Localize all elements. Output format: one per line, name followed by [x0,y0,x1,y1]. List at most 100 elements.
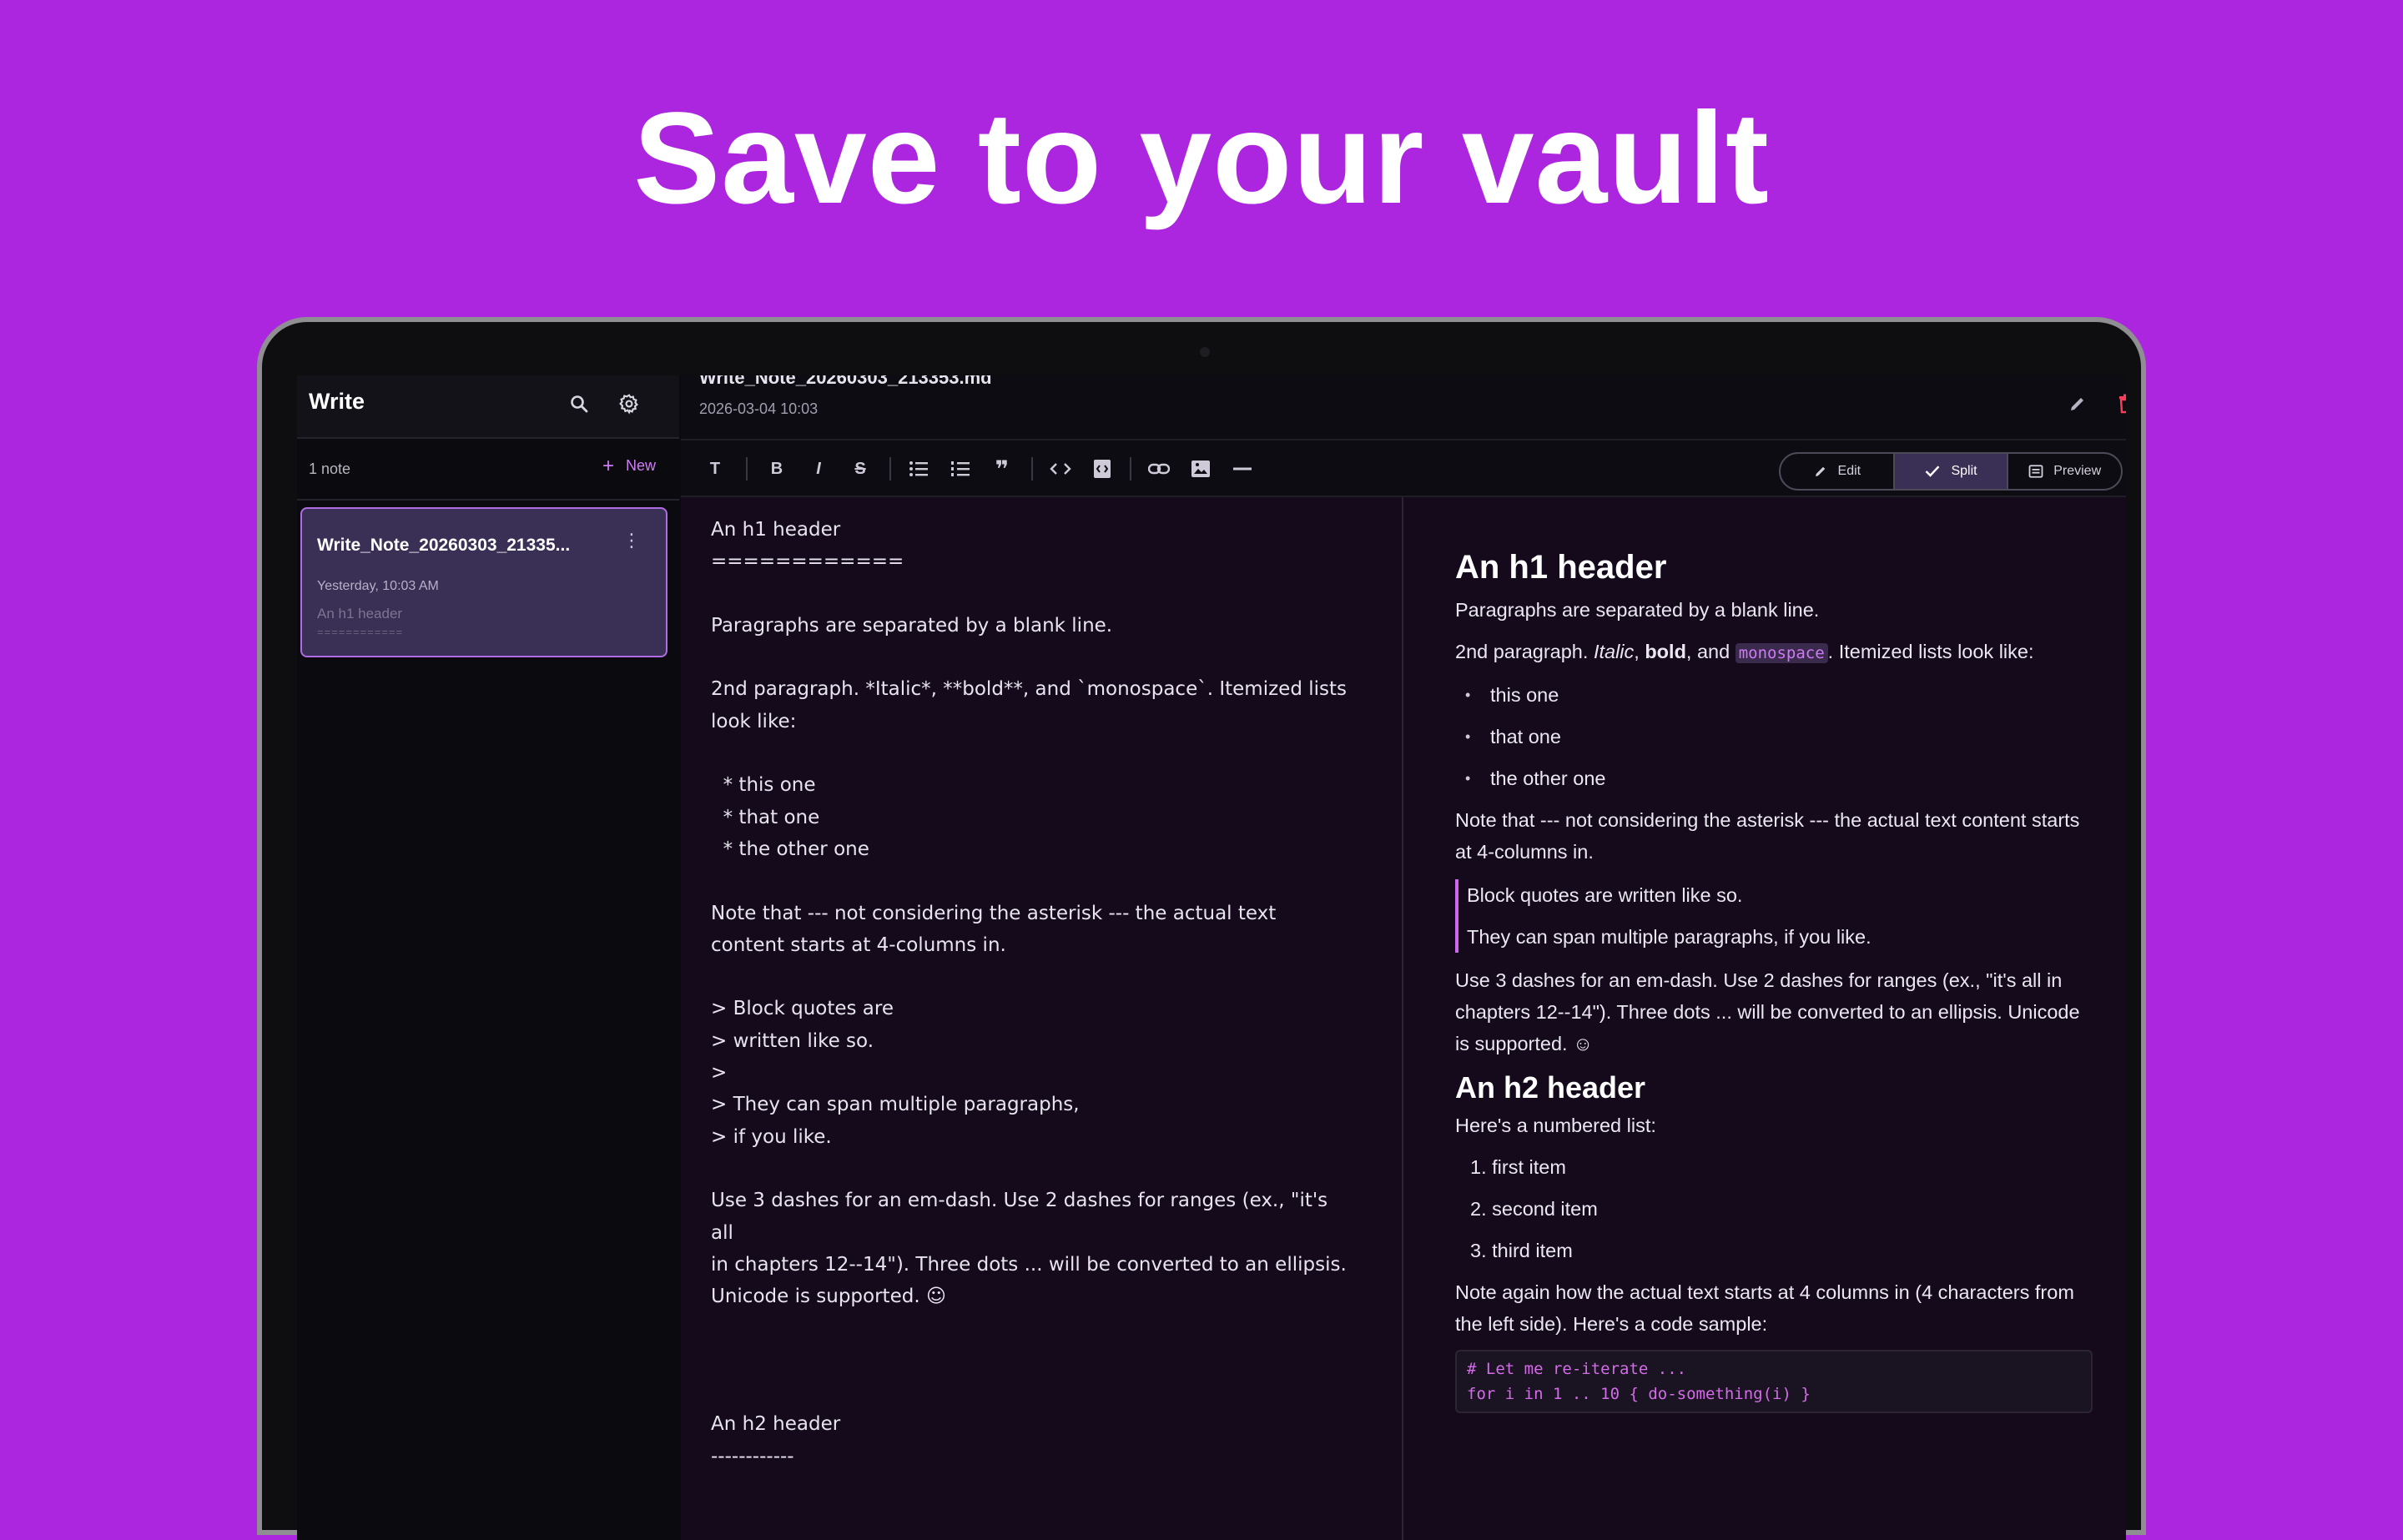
quote-icon[interactable]: ❞ [988,455,1016,483]
editor-line: Paragraphs are separated by a blank line… [711,614,1113,637]
strikethrough-button[interactable]: S [846,455,874,483]
note-count: 1 note [309,460,351,477]
sidebar-header: Write [297,375,679,439]
editor-line: all [711,1221,733,1244]
image-icon[interactable] [1186,455,1215,483]
list-item: 3. third item [1470,1240,1573,1261]
preview-paragraph: 2nd paragraph. Italic, bold, and monospa… [1455,636,2093,669]
editor-line: Use 3 dashes for an em-dash. Use 2 dashe… [711,1190,1328,1212]
editor-line: Unicode is supported. ☺ [711,1286,946,1308]
preview-paragraph: Note again how the actual text starts at… [1455,1281,2074,1335]
markdown-preview: An h1 header Paragraphs are separated by… [1403,497,2126,1540]
edit-mode-button[interactable]: Edit [1781,454,1895,489]
bold-button[interactable]: B [763,455,791,483]
app-title: Write [309,389,365,414]
list-item: the other one [1455,762,2093,794]
preview-h2: An h2 header [1455,1070,1646,1105]
preview-text: , and [1685,641,1736,662]
preview-mode-button[interactable]: Preview [2008,454,2121,489]
checkmark-icon [1926,466,1940,477]
app-window: Write 1 note + New Write_Note_20260303_2… [297,375,2126,1540]
preview-paragraph: Use 3 dashes for an em-dash. Use 2 dashe… [1455,969,2080,1054]
pencil-icon [1815,466,1825,476]
preview-mode-label: Preview [2053,464,2102,478]
laptop-frame: Write 1 note + New Write_Note_20260303_2… [257,317,2146,1540]
editor-line: An h2 header [711,1413,841,1436]
preview-h1: An h1 header [1455,549,1667,586]
editor-line: * this one [711,774,816,797]
editor-line: Note that --- not considering the asteri… [711,902,1277,924]
editor-line: content starts at 4-columns in. [711,934,1006,956]
preview-paragraph: Here's a numbered list: [1455,1115,1656,1136]
note-date: Yesterday, 10:03 AM [317,579,439,593]
editor-line: An h1 header [711,519,841,541]
preview-icon [2028,465,2043,478]
preview-paragraph: Note that --- not considering the asteri… [1455,809,2080,863]
pencil-icon[interactable] [2061,387,2094,420]
editor-line: * that one [711,806,820,828]
preview-code-block: # Let me re-iterate ... for i in 1 .. 10… [1455,1350,2093,1413]
view-mode-switcher: Edit Split Preview [1779,452,2123,491]
toolbar-divider [746,457,748,481]
preview-bold: bold [1645,641,1686,662]
preview-paragraph: Paragraphs are separated by a blank line… [1455,599,1820,621]
numbered-list-icon[interactable] [946,455,975,483]
edit-mode-label: Edit [1837,464,1861,478]
preview-text: 2nd paragraph. [1455,641,1594,662]
link-icon[interactable] [1145,455,1173,483]
more-options-icon[interactable]: ⋮ [622,531,641,550]
note-title: Write_Note_20260303_21335... [317,536,571,555]
preview-text: , [1634,641,1645,662]
editor-line: > if you like. [711,1125,832,1148]
new-note-label: New [625,457,656,474]
inline-code-icon[interactable] [1046,455,1075,483]
main-pane: Write_Note_20260303_213353.md 2026-03-04… [681,375,2126,1540]
blockquote-paragraph: They can span multiple paragraphs, if yo… [1467,926,1872,948]
editor-line: ------------ [711,1445,794,1467]
gear-icon[interactable] [612,387,646,420]
toolbar-divider [1130,457,1131,481]
editor-line: > written like so. [711,1029,874,1052]
preview-inline-code: monospace [1735,643,1828,663]
file-name: Write_Note_20260303_213353.md [699,375,992,388]
toolbar-divider [1031,457,1033,481]
list-item: 1. first item [1470,1156,1566,1178]
editor-line: > Block quotes are [711,998,894,1020]
note-preview-underline: ============ [317,626,404,638]
search-icon[interactable] [562,387,596,420]
document-header: Write_Note_20260303_213353.md 2026-03-04… [681,375,2126,439]
plus-icon: + [602,454,614,477]
italic-button[interactable]: I [804,455,833,483]
horizontal-rule-icon[interactable] [1228,455,1257,483]
preview-blockquote: Block quotes are written like so. They c… [1455,879,2093,953]
headline: Save to your vault [633,86,1770,231]
editor-line: * the other one [711,838,869,860]
note-list-item[interactable]: Write_Note_20260303_21335... ⋮ Yesterday… [300,507,668,657]
split-mode-button[interactable]: Split [1894,454,2009,489]
editor-line: > [711,1062,728,1085]
code-line: # Let me re-iterate ... [1467,1360,1687,1378]
notes-list-header: 1 note + New [297,439,679,501]
markdown-editor[interactable]: An h1 header ============ Paragraphs are s… [681,497,1403,1540]
editor-line: 2nd paragraph. *Italic*, **bold**, and `… [711,678,1347,701]
heading-button[interactable]: T [701,455,729,483]
bullet-list-icon[interactable] [904,455,933,483]
trash-icon[interactable] [2109,387,2126,420]
list-item: 2. second item [1470,1198,1598,1220]
new-note-button[interactable]: + New [602,454,656,477]
preview-bullet-list: this one that one the other one [1455,679,2093,794]
sidebar: Write 1 note + New Write_Note_20260303_2… [297,375,683,1540]
preview-numbered-list: 1. first item 2. second item 3. third it… [1455,1151,2093,1266]
list-item: that one [1455,721,2093,752]
preview-text: . Itemized lists look like: [1827,641,2034,662]
code-block-icon[interactable] [1088,455,1116,483]
